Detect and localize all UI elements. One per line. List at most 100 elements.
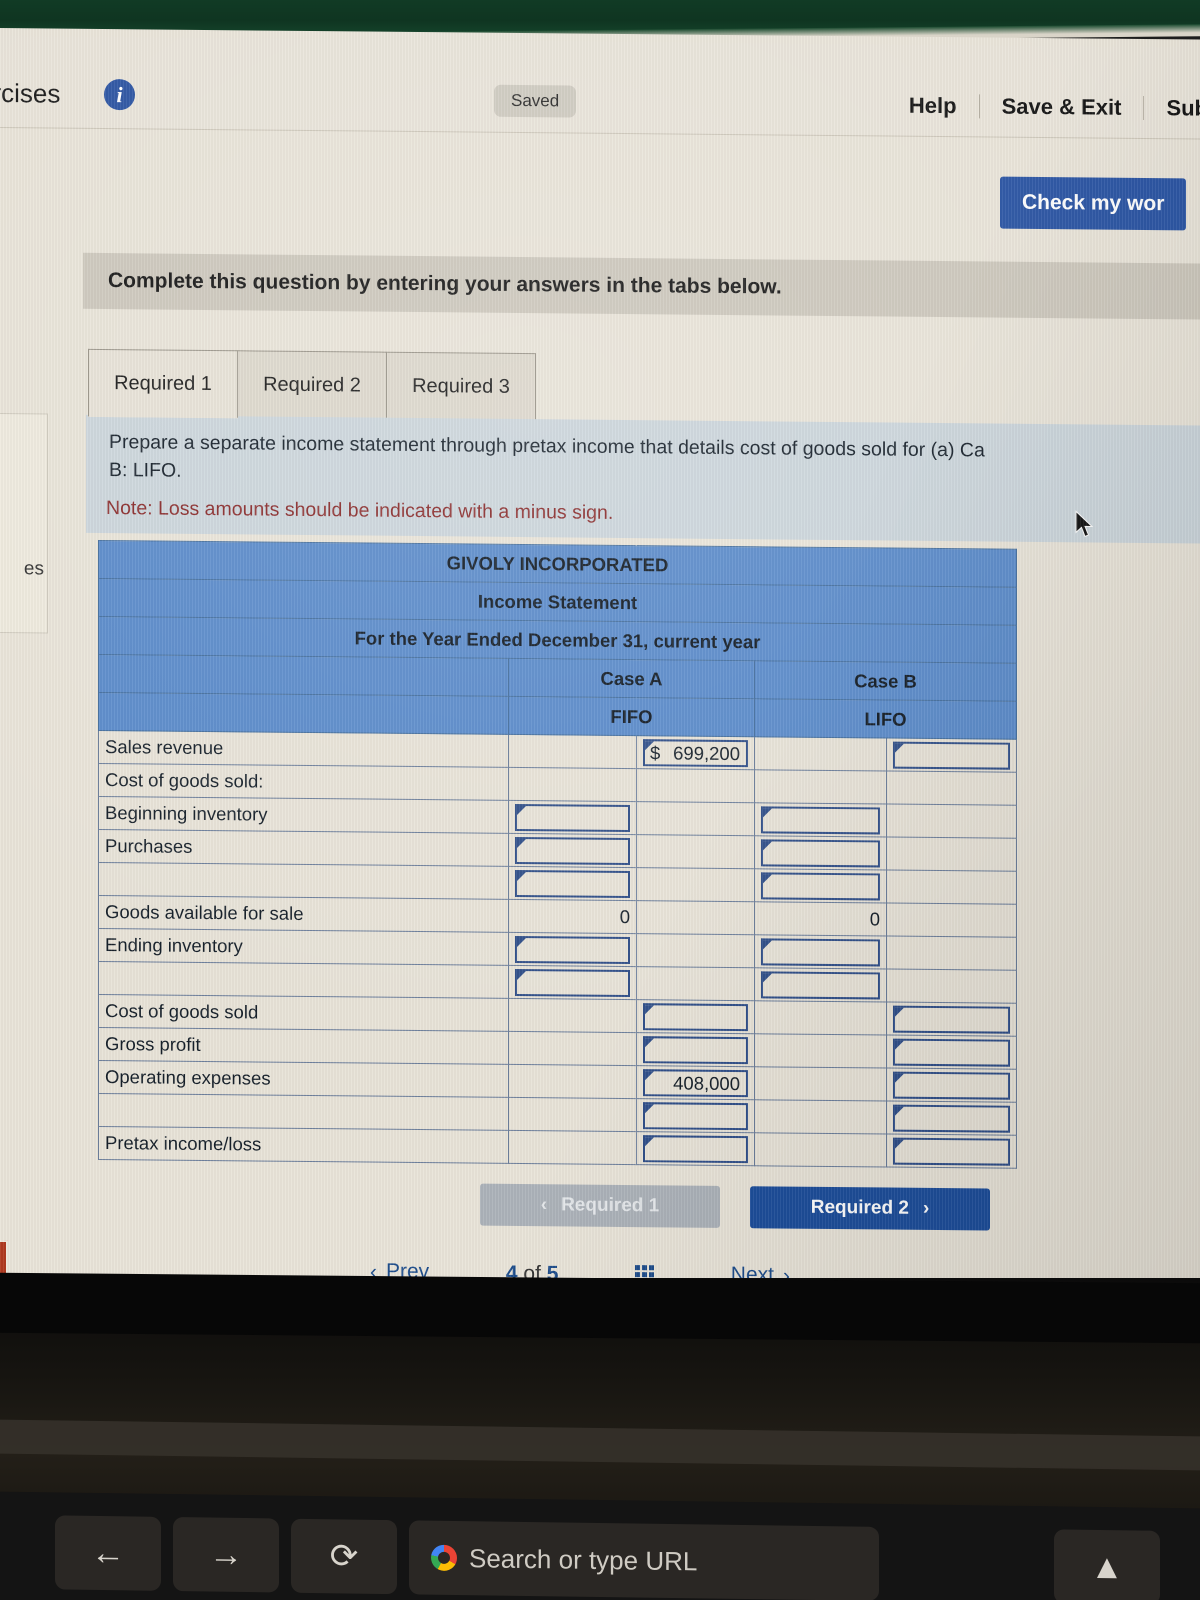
- amount-input-a2[interactable]: [643, 1002, 748, 1031]
- cell-b1: [754, 769, 887, 805]
- row-label: Cost of goods sold:: [98, 763, 509, 801]
- required-2-next-button[interactable]: Required 2 ›: [750, 1186, 990, 1231]
- amount-input-a2[interactable]: 408,000: [643, 1068, 748, 1097]
- cell-a2: [636, 801, 755, 836]
- method-row-spacer: [98, 692, 509, 735]
- check-my-work-button[interactable]: Check my wor: [1000, 176, 1187, 231]
- row-label: Gross profit: [98, 1027, 509, 1065]
- omnibox-placeholder: Search or type URL: [469, 1542, 698, 1576]
- help-link[interactable]: Help: [887, 93, 979, 120]
- cell-b2-input: [886, 1134, 1017, 1169]
- cell-a2: [636, 867, 755, 902]
- cell-b2: [886, 969, 1017, 1004]
- worksheet-table: GIVOLY INCORPORATED Income Statement For…: [98, 540, 1017, 1169]
- cell-a2-input: 699,200: [636, 735, 755, 770]
- amount-input-b1[interactable]: [761, 871, 880, 900]
- row-label: Ending inventory: [98, 928, 509, 966]
- browser-profile-icon[interactable]: ▲: [1054, 1529, 1160, 1600]
- row-label: Pretax income/loss: [98, 1126, 509, 1164]
- row-label: Purchases: [98, 829, 509, 867]
- amount-input-value: [895, 1007, 1008, 1008]
- row-label: [98, 961, 509, 999]
- row-label: Sales revenue: [98, 730, 509, 768]
- amount-input-a1[interactable]: [515, 968, 630, 997]
- required-1-prev-button[interactable]: ‹ Required 1: [480, 1183, 720, 1228]
- amount-input-value: [517, 805, 628, 806]
- amount-input-a2[interactable]: [643, 1035, 748, 1064]
- cell-a2-input: [636, 999, 755, 1034]
- amount-input-b2[interactable]: [893, 1071, 1011, 1100]
- amount-input-value: [895, 1139, 1008, 1140]
- worksheet-body: Sales revenue 699,200 Cost of goods sold:B…: [98, 730, 1017, 1169]
- amount-input-b2[interactable]: [893, 1038, 1011, 1067]
- amount-input-value: [895, 743, 1008, 744]
- amount-input-b1[interactable]: [761, 970, 880, 999]
- amount-input-a2[interactable]: [643, 1134, 748, 1163]
- case-b-method: LIFO: [754, 698, 1017, 740]
- required-prev-chevron-icon: ‹: [540, 1194, 548, 1216]
- cell-a2-input: 408,000: [636, 1065, 755, 1100]
- desk-shadow: [0, 1272, 1200, 1344]
- tab-required-1[interactable]: Required 1: [88, 348, 238, 419]
- save-and-exit-link[interactable]: Save & Exit: [980, 93, 1144, 121]
- amount-input-a1[interactable]: [515, 803, 630, 832]
- chrome-logo-icon: [431, 1544, 457, 1572]
- browser-forward-icon[interactable]: →: [173, 1517, 279, 1593]
- browser-omnibox[interactable]: Search or type URL: [409, 1520, 879, 1600]
- required-next-label: Required 2: [810, 1196, 909, 1219]
- cell-a1: [508, 1097, 637, 1132]
- page-title: ercises: [0, 77, 61, 109]
- browser-back-icon[interactable]: ←: [55, 1515, 161, 1591]
- cell-b2: [886, 771, 1017, 806]
- question-note: Note: Loss amounts should be indicated w…: [106, 497, 614, 524]
- amount-input-a1[interactable]: [515, 869, 630, 898]
- cell-b2-input: [886, 1002, 1017, 1037]
- amount-input-b1[interactable]: [761, 805, 880, 834]
- cell-b1: [754, 1132, 887, 1168]
- amount-input-value: [645, 1137, 746, 1138]
- submit-link[interactable]: Sub: [1144, 95, 1200, 122]
- question-panel: Prepare a separate income statement thro…: [86, 414, 1200, 544]
- amount-input-b2[interactable]: [893, 741, 1011, 770]
- screen-content: es ercises i Saved Help Save & Exit Sub …: [0, 28, 1200, 1295]
- cell-b1-input: [754, 967, 887, 1003]
- question-prompt: Prepare a separate income statement thro…: [109, 431, 985, 482]
- amount-input-a1[interactable]: [515, 836, 630, 865]
- amount-input-value: [895, 1106, 1008, 1107]
- row-label: Goods available for sale: [98, 895, 509, 933]
- browser-toolbar: ← → ⟳ Search or type URL ▲: [0, 1491, 1200, 1600]
- cell-b1-input: [754, 835, 887, 871]
- amount-input-a2[interactable]: [643, 1101, 748, 1130]
- info-icon[interactable]: i: [104, 78, 135, 111]
- cell-a1-input: [508, 932, 637, 967]
- cell-a2: [636, 933, 755, 968]
- amount-input-b2[interactable]: [893, 1104, 1011, 1133]
- row-label: [98, 1093, 509, 1131]
- case-a-method: FIFO: [508, 696, 755, 737]
- cell-a2: [636, 966, 755, 1001]
- cell-a1-input: [508, 965, 637, 1000]
- amount-input-a1[interactable]: [515, 935, 630, 964]
- amount-input-a2[interactable]: 699,200: [643, 738, 748, 767]
- cell-b2: [886, 837, 1017, 872]
- amount-input-b1[interactable]: [761, 937, 880, 966]
- amount-input-b2[interactable]: [893, 1137, 1011, 1166]
- cell-a2: [636, 900, 755, 935]
- cell-b1-input: [754, 934, 887, 970]
- browser-reload-icon[interactable]: ⟳: [291, 1518, 397, 1595]
- cell-b1-input: [754, 868, 887, 904]
- cell-a1-input: [508, 800, 637, 835]
- amount-input-value: [645, 1005, 746, 1006]
- left-partial-label: es: [23, 558, 44, 580]
- income-statement-worksheet: GIVOLY INCORPORATED Income Statement For…: [98, 540, 1017, 1169]
- tab-required-3[interactable]: Required 3: [386, 351, 536, 422]
- row-label: Beginning inventory: [98, 796, 509, 834]
- physical-desk-area: ← → ⟳ Search or type URL ▲: [0, 1272, 1200, 1600]
- amount-input-b2[interactable]: [893, 1005, 1011, 1034]
- cell-a2-input: [636, 1098, 755, 1133]
- amount-input-value: [645, 1038, 746, 1039]
- tab-required-2[interactable]: Required 2: [237, 350, 387, 420]
- cell-a2-input: [636, 1131, 755, 1166]
- cell-a2: [636, 768, 755, 803]
- amount-input-b1[interactable]: [761, 838, 880, 867]
